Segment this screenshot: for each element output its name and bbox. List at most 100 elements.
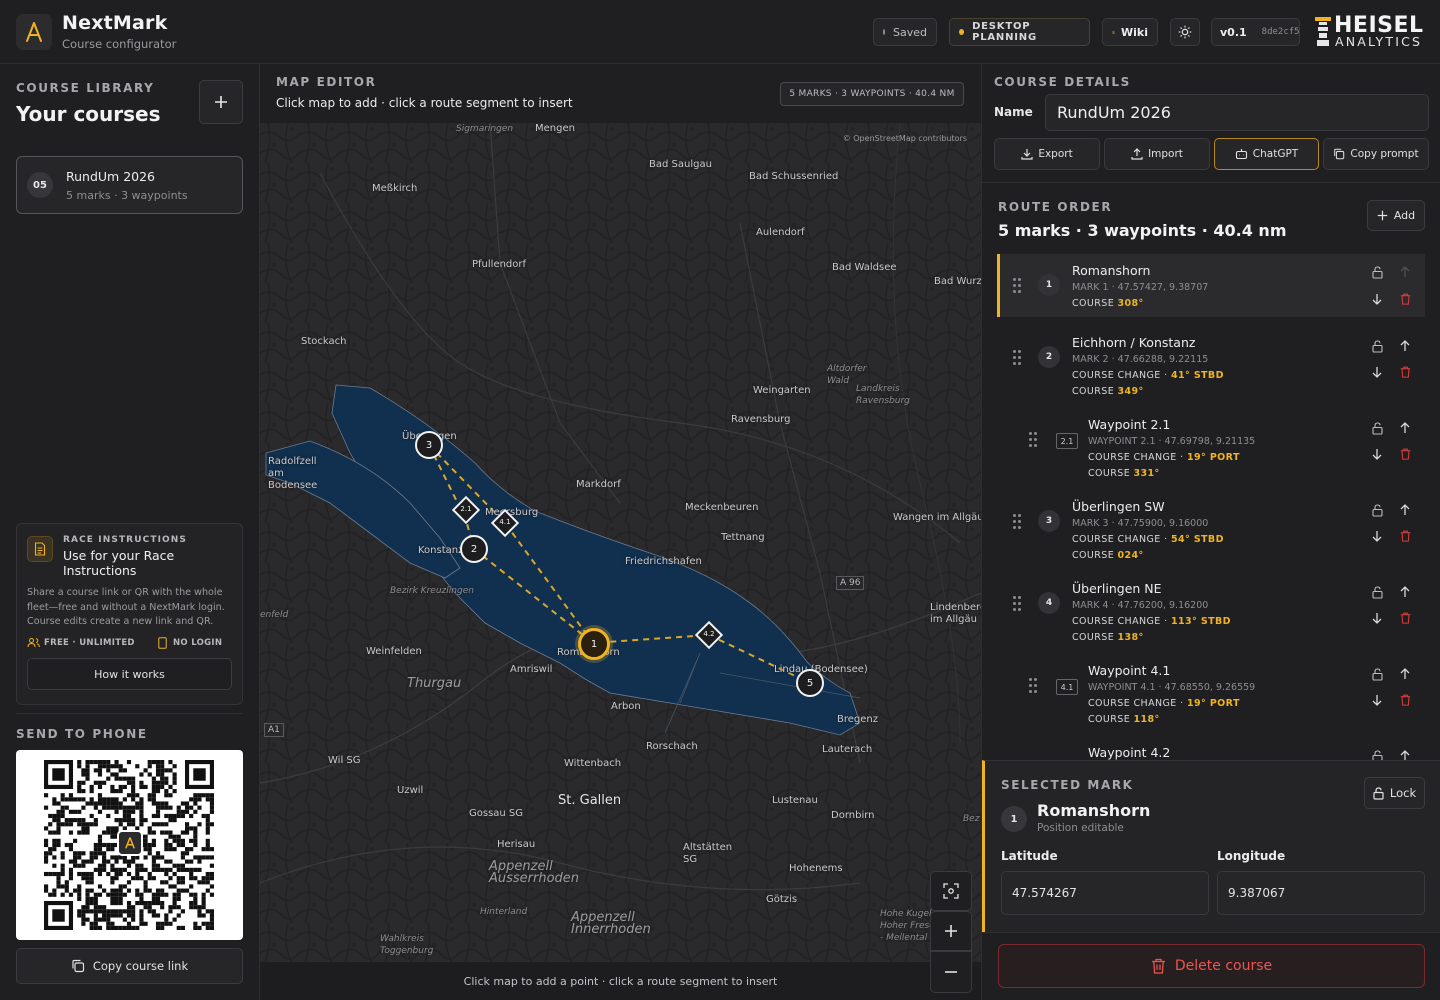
course-value: 349° <box>1117 386 1144 397</box>
new-course-button[interactable] <box>199 80 243 124</box>
place-label: Lustenau <box>772 795 818 806</box>
waypoint-badge: 2.1 <box>1056 433 1078 449</box>
drag-handle-icon[interactable] <box>1013 350 1023 368</box>
delete-item-button[interactable] <box>1398 529 1412 543</box>
route-item[interactable]: 2.1 Waypoint 2.1 WAYPOINT 2.1 · 47.69798, … <box>997 408 1425 480</box>
map-svg[interactable] <box>260 123 981 962</box>
zoom-in-button[interactable] <box>930 911 972 951</box>
users-icon <box>27 638 40 648</box>
plus-icon <box>215 96 227 108</box>
move-up-button[interactable] <box>1398 421 1412 435</box>
move-down-button[interactable] <box>1370 292 1384 306</box>
move-up-button[interactable] <box>1398 667 1412 681</box>
mode-badge[interactable]: DESKTOP PLANNING <box>949 18 1090 46</box>
move-down-button[interactable] <box>1370 611 1384 625</box>
mark-2[interactable]: 2 <box>460 535 488 563</box>
drag-handle-icon[interactable] <box>1013 596 1023 614</box>
latitude-input[interactable]: 47.574267 <box>1001 871 1209 915</box>
move-up-button[interactable] <box>1398 339 1412 353</box>
copy-course-link-button[interactable]: Copy course link <box>16 948 243 984</box>
move-up-button[interactable] <box>1398 503 1412 517</box>
lock-item-button[interactable] <box>1370 265 1384 279</box>
route-item[interactable]: 4.2Waypoint 4.2 <box>997 736 1425 760</box>
delete-course-button[interactable]: Delete course <box>998 944 1425 988</box>
course-badge: 05 <box>27 172 53 198</box>
move-up-button[interactable] <box>1398 749 1412 760</box>
mark-3[interactable]: 3 <box>415 431 443 459</box>
selected-section-label: SELECTED MARK <box>1001 778 1134 792</box>
route-item-name: Waypoint 2.1 <box>1088 417 1171 432</box>
selected-badge: 1 <box>1001 806 1027 832</box>
delete-label: Delete course <box>1174 958 1273 974</box>
lock-item-button[interactable] <box>1370 421 1384 435</box>
place-label: Hinterland <box>480 907 528 917</box>
trash-icon <box>1400 293 1410 305</box>
route-item[interactable]: 1 Romanshorn MARK 1 · 47.57427, 9.38707 COU… <box>997 254 1425 317</box>
course-name-input[interactable]: RundUm 2026 <box>1045 94 1429 131</box>
place-label: Mengen <box>535 123 575 134</box>
mark-badge: 2 <box>1038 346 1060 368</box>
zoom-out-button[interactable] <box>930 951 972 993</box>
lock-item-button[interactable] <box>1370 749 1384 760</box>
move-up-button[interactable] <box>1398 265 1412 279</box>
delete-item-button[interactable] <box>1398 447 1412 461</box>
move-down-button[interactable] <box>1370 447 1384 461</box>
arrow-down-icon <box>1372 367 1382 378</box>
library-heading: Your courses <box>16 102 161 126</box>
route-item-name: Überlingen NE <box>1072 581 1162 596</box>
mark-1[interactable]: 1 <box>578 628 610 660</box>
place-label: Herisau <box>497 839 536 850</box>
lock-button[interactable]: Lock <box>1364 777 1425 809</box>
export-button[interactable]: Export <box>994 138 1100 170</box>
waypoint-4-1-label: 4.1 <box>499 518 511 526</box>
route-item[interactable]: 4.1 Waypoint 4.1 WAYPOINT 4.1 · 47.68550, … <box>997 654 1425 726</box>
delete-item-button[interactable] <box>1398 365 1412 379</box>
how-it-works-button[interactable]: How it works <box>27 658 232 690</box>
fit-view-button[interactable] <box>930 871 972 911</box>
move-down-button[interactable] <box>1370 529 1384 543</box>
theme-toggle[interactable] <box>1170 18 1200 46</box>
lock-item-button[interactable] <box>1370 585 1384 599</box>
drag-handle-icon[interactable] <box>1013 278 1023 296</box>
wiki-button[interactable]: Wiki <box>1102 18 1158 46</box>
chatgpt-button[interactable]: ChatGPT <box>1214 138 1319 170</box>
course-change-value: 54° STBD <box>1170 534 1224 545</box>
place-label: Dornbirn <box>831 810 875 821</box>
delete-item-button[interactable] <box>1398 693 1412 707</box>
lock-item-button[interactable] <box>1370 503 1384 517</box>
place-label: Bad Schussenried <box>749 171 839 182</box>
terrain-layer <box>260 123 981 962</box>
place-label: Gossau SG <box>469 808 524 819</box>
lock-item-button[interactable] <box>1370 339 1384 353</box>
drag-handle-icon[interactable] <box>1029 678 1039 696</box>
route-item[interactable]: 2 Eichhorn / Konstanz MARK 2 · 47.66288, 9… <box>997 326 1425 398</box>
mode-dot-icon <box>959 29 965 35</box>
unlock-icon <box>1371 339 1383 353</box>
minus-icon <box>945 971 957 973</box>
place-label: Lindenberg im Allgäu <box>930 602 981 625</box>
drag-handle-icon[interactable] <box>1013 514 1023 532</box>
delete-item-button[interactable] <box>1398 292 1412 306</box>
import-button[interactable]: Import <box>1104 138 1210 170</box>
move-down-button[interactable] <box>1370 365 1384 379</box>
map-canvas[interactable]: Sigmaringen Mengen Bad Saulgau Bad Schussen… <box>260 123 981 962</box>
lock-item-button[interactable] <box>1370 667 1384 681</box>
add-route-point-button[interactable]: Add <box>1367 200 1425 231</box>
move-up-button[interactable] <box>1398 585 1412 599</box>
course-line: COURSE 331° <box>1088 468 1160 479</box>
copy-prompt-button[interactable]: Copy prompt <box>1323 138 1429 170</box>
route-item[interactable]: 4 Überlingen NE MARK 4 · 47.76200, 9.16200… <box>997 572 1425 644</box>
route-item[interactable]: 3 Überlingen SW MARK 3 · 47.75900, 9.16000… <box>997 490 1425 562</box>
longitude-input[interactable]: 9.387067 <box>1217 871 1425 915</box>
mark-5[interactable]: 5 <box>796 669 824 697</box>
robot-icon <box>1235 149 1247 160</box>
place-label: Rorschach <box>646 741 698 752</box>
route-item-meta: WAYPOINT 2.1 · 47.69798, 9.21135 <box>1088 436 1256 447</box>
drag-handle-icon[interactable] <box>1029 432 1039 450</box>
unlock-icon <box>1373 786 1384 800</box>
course-change-value: 113° STBD <box>1170 616 1231 627</box>
delete-item-button[interactable] <box>1398 611 1412 625</box>
map-section-label: MAP EDITOR <box>276 75 377 89</box>
move-down-button[interactable] <box>1370 693 1384 707</box>
course-card[interactable]: 05 RundUm 2026 5 marks · 3 waypoints <box>16 156 243 214</box>
